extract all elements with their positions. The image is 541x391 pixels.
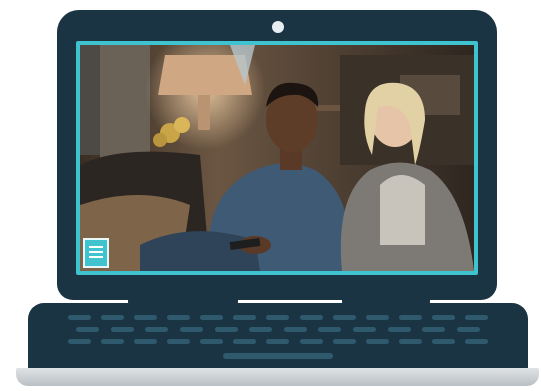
key[interactable] xyxy=(167,339,191,344)
key[interactable] xyxy=(266,339,290,344)
key[interactable] xyxy=(200,315,224,320)
key[interactable] xyxy=(365,315,389,320)
key[interactable] xyxy=(318,327,342,332)
key[interactable] xyxy=(214,327,238,332)
key[interactable] xyxy=(332,315,356,320)
laptop-lid xyxy=(57,10,497,300)
key[interactable] xyxy=(464,339,488,344)
key-row xyxy=(68,327,488,332)
key[interactable] xyxy=(249,327,273,332)
key[interactable] xyxy=(101,315,125,320)
key[interactable] xyxy=(76,327,99,332)
key[interactable] xyxy=(431,315,455,320)
key[interactable] xyxy=(68,315,91,320)
key[interactable] xyxy=(145,327,169,332)
webcam-icon xyxy=(272,21,284,33)
key[interactable] xyxy=(398,315,422,320)
keyboard xyxy=(68,315,488,351)
channel-logo-icon xyxy=(83,238,109,268)
key[interactable] xyxy=(134,315,158,320)
key[interactable] xyxy=(134,339,158,344)
key[interactable] xyxy=(387,327,411,332)
video-frame-illustration xyxy=(80,45,474,271)
laptop-base-lip xyxy=(16,368,539,386)
key[interactable] xyxy=(299,339,323,344)
key[interactable] xyxy=(283,327,307,332)
key-row xyxy=(68,315,488,320)
key[interactable] xyxy=(365,339,389,344)
key[interactable] xyxy=(233,339,257,344)
key[interactable] xyxy=(431,339,455,344)
video-screen[interactable] xyxy=(80,45,474,271)
key-row xyxy=(68,339,488,344)
key[interactable] xyxy=(200,339,224,344)
key[interactable] xyxy=(110,327,134,332)
key[interactable] xyxy=(179,327,203,332)
laptop-keyboard-base xyxy=(28,303,528,373)
spacebar[interactable] xyxy=(223,353,333,359)
key[interactable] xyxy=(422,327,446,332)
key[interactable] xyxy=(299,315,323,320)
key[interactable] xyxy=(332,339,356,344)
key[interactable] xyxy=(167,315,191,320)
key[interactable] xyxy=(398,339,422,344)
key[interactable] xyxy=(233,315,257,320)
key[interactable] xyxy=(464,315,488,320)
key[interactable] xyxy=(266,315,290,320)
key[interactable] xyxy=(68,339,91,344)
screen-bezel xyxy=(76,41,478,275)
key[interactable] xyxy=(101,339,125,344)
key[interactable] xyxy=(456,327,480,332)
key[interactable] xyxy=(353,327,376,332)
